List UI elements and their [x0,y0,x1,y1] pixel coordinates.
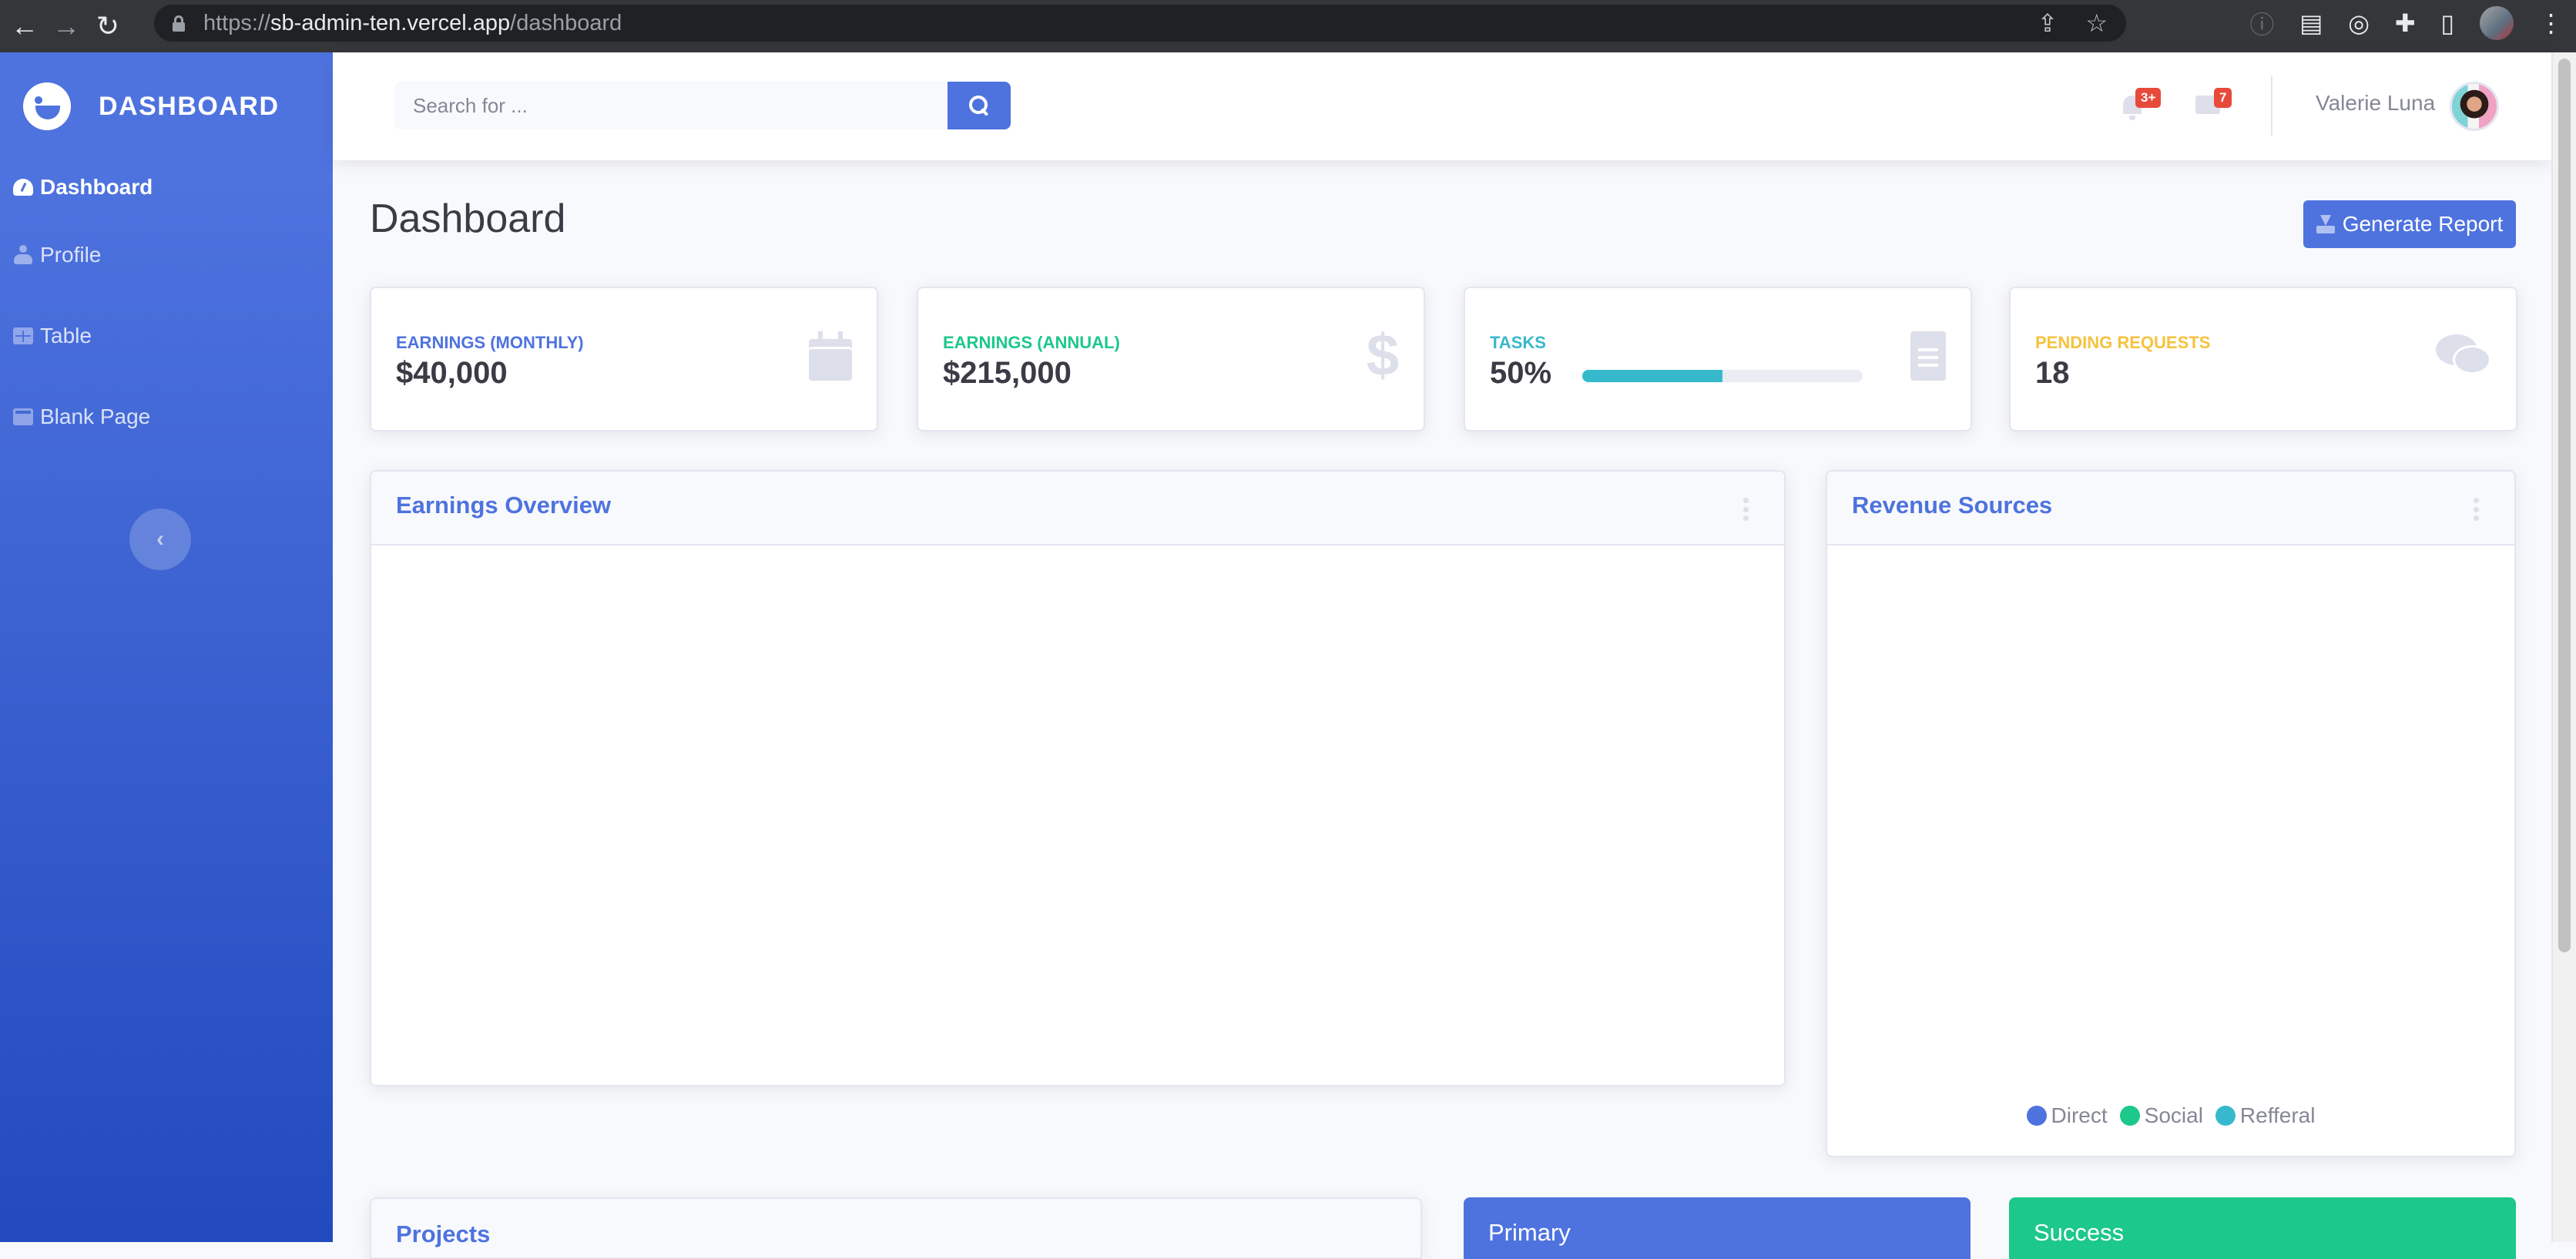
tasks-progress-fill [1582,370,1722,382]
stat-card-earnings-annual: Earnings (Annual) $215,000 $ [917,287,1425,431]
download-icon [2316,215,2335,233]
card-header: Revenue Sources [1827,472,2514,546]
alerts-badge: 3+ [2135,88,2162,108]
sidebar: DASHBOARD Dashboard Profile Table Blank … [0,52,333,1242]
sidebar-item-label: Blank Page [40,404,151,428]
stat-label: Earnings (Annual) [943,333,1120,352]
success-color-card: Success [2009,1197,2516,1259]
stat-value: $40,000 [396,356,508,390]
comments-icon [2436,331,2491,378]
share-icon[interactable]: ⇪ [2038,8,2058,38]
clipboard-list-icon [1910,331,1946,381]
primary-color-card: Primary [1464,1197,1971,1259]
search-form [394,82,1011,129]
legend-label: Social [2144,1103,2203,1127]
sidebar-item-table[interactable]: Table [0,295,333,376]
stat-label: Pending Requests [2035,333,2211,352]
search-input[interactable] [394,82,948,129]
user-name[interactable]: Valerie Luna [2316,91,2435,116]
legend-dot-icon [2215,1106,2236,1126]
card-title: Projects [396,1220,491,1247]
sidebar-item-dashboard[interactable]: Dashboard [0,160,333,214]
browser-toolbar: ← → ↻ https://sb-admin-ten.vercel.app/da… [0,0,2576,52]
sidebar-toggle-button[interactable]: ‹ [129,509,191,570]
topbar-divider [2271,76,2272,136]
more-options-icon[interactable] [1742,498,1749,521]
stat-value: 18 [2035,356,2070,390]
projects-card: Projects [370,1197,1422,1259]
user-icon [14,244,32,265]
table-icon [13,327,33,344]
lock-icon [173,15,185,32]
legend-item-direct: Direct [2026,1103,2108,1128]
chevron-left-icon: ‹ [156,526,164,552]
legend-label: Refferal [2239,1103,2316,1127]
legend-item-social: Social [2119,1103,2203,1128]
tachometer-icon [13,179,33,196]
browser-menu-icon[interactable]: ⋮ [2539,8,2564,38]
stat-card-tasks: Tasks 50% [1464,287,1972,431]
extension-list-icon[interactable]: ▤ [2299,8,2323,38]
more-options-icon[interactable] [2473,498,2479,521]
search-icon [969,96,989,116]
sidebar-item-profile[interactable]: Profile [0,214,333,295]
extensions-puzzle-icon[interactable]: ✚ [2395,8,2416,38]
search-button[interactable] [948,82,1011,129]
back-button[interactable]: ← [8,9,42,43]
address-bar[interactable]: https://sb-admin-ten.vercel.app/dashboar… [154,5,2126,42]
user-avatar[interactable] [2450,82,2499,131]
sidebar-item-label: Dashboard [40,175,153,199]
messages-badge: 7 [2214,88,2232,108]
tasks-progress-bar [1582,370,1863,382]
page-scrollbar[interactable] [2551,52,2576,1242]
alerts-dropdown[interactable]: 3+ [2117,86,2162,125]
legend-item-referral: Refferal [2215,1103,2316,1128]
window-icon [13,408,33,425]
extension-info-icon[interactable]: ⓘ [2249,5,2274,41]
card-title: Success [2034,1219,2125,1246]
generate-report-label: Generate Report [2342,212,2504,236]
legend-label: Direct [2051,1103,2108,1127]
card-header: Earnings Overview [371,472,1784,546]
brand-text: DASHBOARD [99,91,280,121]
url-text: https://sb-admin-ten.vercel.app/dashboar… [203,10,622,35]
sidebar-item-label: Profile [40,242,102,267]
revenue-legend: Direct Social Refferal [1827,1103,2514,1128]
side-panel-icon[interactable]: ▯ [2440,8,2454,38]
laugh-wink-icon [23,82,71,130]
forward-button[interactable]: → [49,9,83,43]
sidebar-brand[interactable]: DASHBOARD [0,52,333,160]
topbar: 3+ 7 Valerie Luna [333,52,2551,160]
browser-profile-avatar[interactable] [2479,6,2514,40]
stat-value: 50% [1490,356,1552,390]
card-title: Earnings Overview [396,492,612,519]
generate-report-button[interactable]: Generate Report [2303,200,2516,248]
dollar-icon: $ [1366,323,1399,388]
stat-card-pending-requests: Pending Requests 18 [2009,287,2517,431]
stat-label: Earnings (Monthly) [396,333,584,352]
revenue-sources-card: Revenue Sources Direct Social Refferal [1826,470,2516,1157]
calendar-icon [809,331,852,381]
messages-dropdown[interactable]: 7 [2195,86,2239,125]
legend-dot-icon [2026,1106,2047,1126]
reload-button[interactable]: ↻ [91,9,125,43]
page-title: Dashboard [370,196,566,241]
sidebar-item-label: Table [40,323,92,347]
legend-dot-icon [2119,1106,2140,1126]
stat-card-earnings-monthly: Earnings (Monthly) $40,000 [370,287,878,431]
stat-value: $215,000 [943,356,1072,390]
card-title: Primary [1488,1219,1571,1246]
card-title: Revenue Sources [1852,492,2053,519]
bookmark-star-icon[interactable]: ☆ [2085,8,2108,38]
sidebar-item-blank-page[interactable]: Blank Page [0,376,333,457]
stat-label: Tasks [1490,333,1546,352]
earnings-overview-card: Earnings Overview [370,470,1786,1086]
extension-target-icon[interactable]: ◎ [2348,8,2370,38]
scrollbar-thumb[interactable] [2558,59,2571,952]
